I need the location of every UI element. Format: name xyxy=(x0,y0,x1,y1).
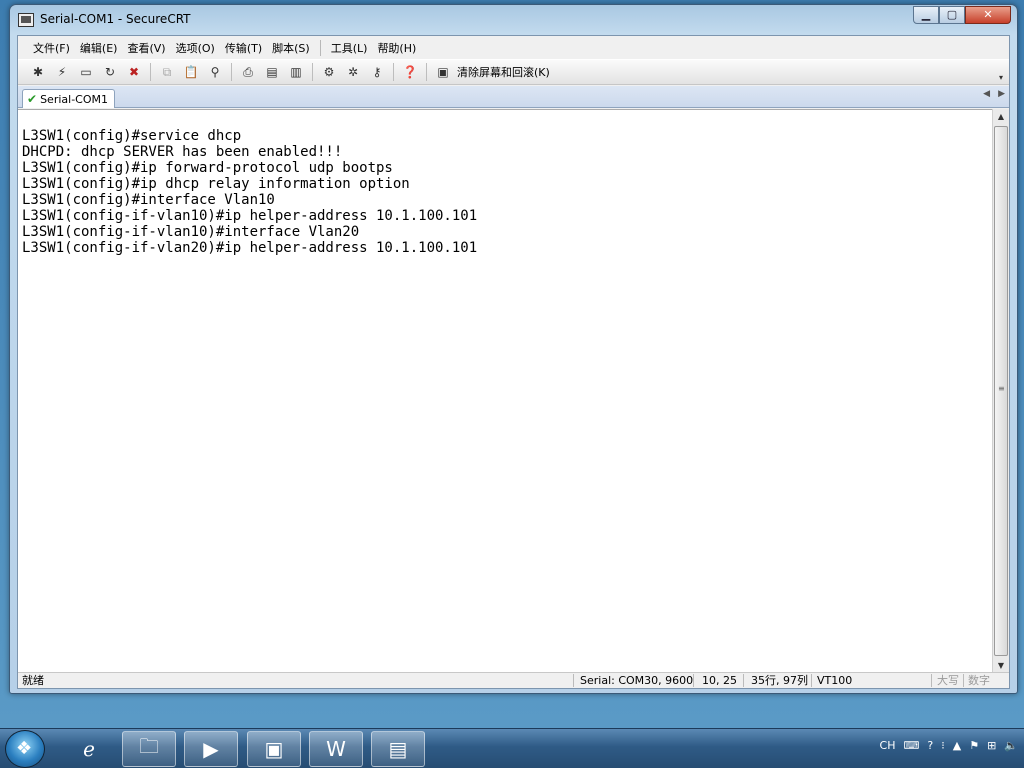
menu-options[interactable]: 选项(O) xyxy=(171,40,220,56)
maximize-button[interactable]: ▢ xyxy=(939,6,965,24)
scroll-thumb[interactable]: ≡ xyxy=(994,126,1008,656)
copy-icon[interactable]: ⧉ xyxy=(157,63,177,81)
terminal-line: L3SW1(config-if-vlan10)#interface Vlan20 xyxy=(22,224,360,240)
printer-icon[interactable]: ▥ xyxy=(286,63,306,81)
terminal-line: DHCPD: dhcp SERVER has been enabled!!! xyxy=(22,144,343,160)
terminal-line: L3SW1(config-if-vlan10)#ip helper-addres… xyxy=(22,208,478,224)
key-icon[interactable]: ⚷ xyxy=(367,63,387,81)
ie-icon[interactable]: ℯ xyxy=(62,731,116,767)
status-separator xyxy=(693,674,694,687)
toolbar-separator xyxy=(393,63,394,81)
toolbar: ✱ ⚡ ▭ ↻ ✖ ⧉ 📋 ⚲ ⎙ ▤ ▥ ⚙ ✲ ⚷ ❓ ▣ 清除屏幕和回滚(… xyxy=(18,59,1009,85)
volume-icon[interactable]: 🔈 xyxy=(1004,739,1018,752)
show-hidden-icons[interactable]: ▲ xyxy=(953,739,961,752)
print-selection-icon[interactable]: ▤ xyxy=(262,63,282,81)
terminal-line: L3SW1(config)#ip forward-protocol udp bo… xyxy=(22,160,393,176)
close-button[interactable]: ✕ xyxy=(965,6,1011,24)
terminal[interactable]: L3SW1(config)#service dhcp DHCPD: dhcp S… xyxy=(18,109,994,674)
session-options-icon[interactable]: ⚙ xyxy=(319,63,339,81)
vertical-scrollbar[interactable]: ▲ ≡ ▼ xyxy=(992,109,1009,674)
terminal-line: L3SW1(config)#ip dhcp relay information … xyxy=(22,176,410,192)
status-ready: 就绪 xyxy=(22,674,44,687)
clear-screen-icon[interactable]: ▣ xyxy=(433,63,453,81)
tab-scroll-left-icon[interactable]: ◀ xyxy=(983,89,990,99)
explorer-icon[interactable]: 🗀 xyxy=(122,731,176,767)
word-icon[interactable]: W xyxy=(309,731,363,767)
connect-icon[interactable]: ✱ xyxy=(28,63,48,81)
paste-icon[interactable]: 📋 xyxy=(181,63,201,81)
status-separator xyxy=(573,674,574,687)
tab-scroll-right-icon[interactable]: ▶ xyxy=(998,89,1005,99)
status-cursor: 10, 25 xyxy=(702,674,737,687)
terminal-line: L3SW1(config-if-vlan20)#ip helper-addres… xyxy=(22,240,478,256)
menu-bar: 文件(F) 编辑(E) 查看(V) 选项(O) 传输(T) 脚本(S) 工具(L… xyxy=(18,36,1009,59)
terminal-output: L3SW1(config)#service dhcp DHCPD: dhcp S… xyxy=(18,128,477,256)
help-icon[interactable]: ❓ xyxy=(400,63,420,81)
grip-icon: ≡ xyxy=(998,384,1005,393)
toolbar-separator xyxy=(231,63,232,81)
ime-indicator[interactable]: CH xyxy=(880,739,896,752)
action-center-icon[interactable]: ⚑ xyxy=(969,739,979,752)
securecrt-window: Serial-COM1 - SecureCRT ▁ ▢ ✕ 文件(F) 编辑(E… xyxy=(9,4,1018,694)
menu-transfer[interactable]: 传输(T) xyxy=(220,40,267,56)
toolbar-separator xyxy=(426,63,427,81)
client-area: 文件(F) 编辑(E) 查看(V) 选项(O) 传输(T) 脚本(S) 工具(L… xyxy=(17,35,1010,689)
find-icon[interactable]: ⚲ xyxy=(205,63,225,81)
menu-script[interactable]: 脚本(S) xyxy=(267,40,315,56)
menu-tools[interactable]: 工具(L) xyxy=(326,40,373,56)
print-icon[interactable]: ⎙ xyxy=(238,63,258,81)
securecrt-icon[interactable]: ▣ xyxy=(247,731,301,767)
disconnect-icon[interactable]: ✖ xyxy=(124,63,144,81)
app-icon[interactable] xyxy=(18,13,34,27)
title-bar[interactable]: Serial-COM1 - SecureCRT ▁ ▢ ✕ xyxy=(10,5,1017,35)
terminal-line: L3SW1(config)#service dhcp xyxy=(22,128,242,144)
document-icon[interactable]: ▤ xyxy=(371,731,425,767)
tab-bar: ✔ Serial-COM1 ◀ ▶ xyxy=(18,86,1009,108)
menu-separator xyxy=(319,39,321,56)
reconnect-icon[interactable]: ↻ xyxy=(100,63,120,81)
system-tray: CH ⌨ ? ⁝ ▲ ⚑ ⊞ 🔈 xyxy=(880,739,1018,752)
ime-options-icon[interactable]: ⁝ xyxy=(941,739,945,752)
menu-view[interactable]: 查看(V) xyxy=(122,40,170,56)
toolbar-separator xyxy=(150,63,151,81)
terminal-line: L3SW1(config)#interface Vlan10 xyxy=(22,192,275,208)
global-options-icon[interactable]: ✲ xyxy=(343,63,363,81)
status-separator xyxy=(743,674,744,687)
status-connection: Serial: COM30, 9600 xyxy=(580,674,694,687)
status-caps: 大写 xyxy=(937,674,959,687)
help-tray-icon[interactable]: ? xyxy=(927,739,933,752)
scroll-up-icon[interactable]: ▲ xyxy=(993,109,1009,125)
quick-connect-icon[interactable]: ⚡ xyxy=(52,63,72,81)
window-title: Serial-COM1 - SecureCRT xyxy=(40,12,191,26)
status-size: 35行, 97列 xyxy=(751,674,808,687)
taskbar: ℯ 🗀 ▶ ▣ W ▤ CH ⌨ ? ⁝ ▲ ⚑ ⊞ 🔈 xyxy=(0,728,1024,768)
menu-help[interactable]: 帮助(H) xyxy=(372,40,421,56)
clear-screen-button[interactable]: 清除屏幕和回滚(K) xyxy=(457,64,550,80)
connect-in-tab-icon[interactable]: ▭ xyxy=(76,63,96,81)
toolbar-overflow-icon[interactable]: ▾ xyxy=(999,73,1003,82)
status-num: 数字 xyxy=(968,674,990,687)
status-emulation: VT100 xyxy=(817,674,853,687)
keyboard-icon[interactable]: ⌨ xyxy=(904,739,920,752)
menu-edit[interactable]: 编辑(E) xyxy=(75,40,123,56)
tab-label: Serial-COM1 xyxy=(40,92,108,106)
minimize-button[interactable]: ▁ xyxy=(913,6,939,24)
status-bar: 就绪 Serial: COM30, 9600 10, 25 35行, 97列 V… xyxy=(18,672,1009,688)
toolbar-separator xyxy=(312,63,313,81)
network-icon[interactable]: ⊞ xyxy=(987,739,996,752)
status-separator xyxy=(931,674,932,687)
start-button[interactable] xyxy=(5,730,45,768)
media-player-icon[interactable]: ▶ xyxy=(184,731,238,767)
status-separator xyxy=(811,674,812,687)
menu-file[interactable]: 文件(F) xyxy=(28,40,75,56)
status-separator xyxy=(963,674,964,687)
tab-serial-com1[interactable]: ✔ Serial-COM1 xyxy=(22,89,115,108)
connected-check-icon: ✔ xyxy=(27,92,38,106)
